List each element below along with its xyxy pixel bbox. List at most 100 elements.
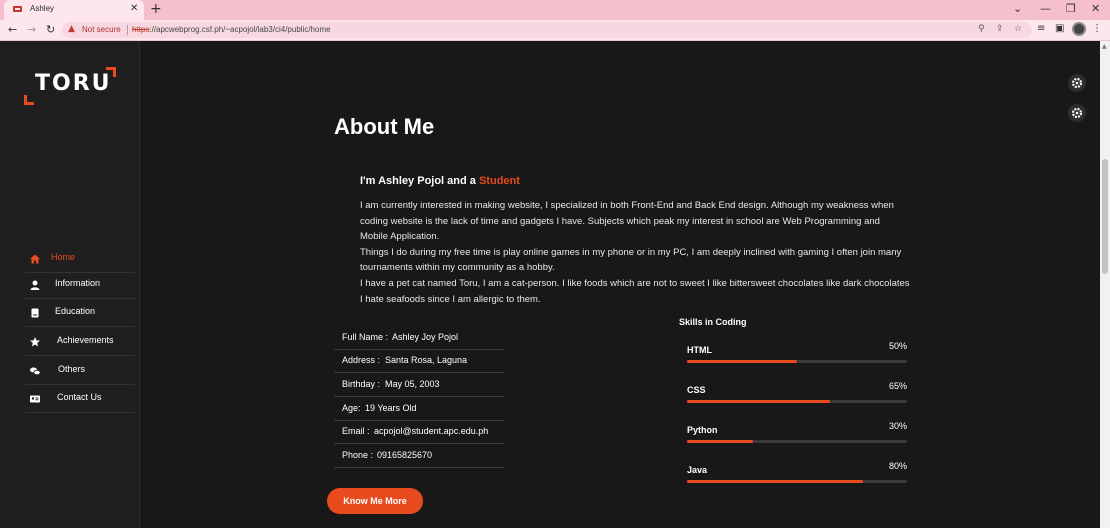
- skill-progress-track: [687, 400, 907, 403]
- skill-html: HTML 50%: [687, 341, 907, 371]
- settings-gear-button[interactable]: [1068, 74, 1086, 92]
- restore-button[interactable]: ❐: [1066, 3, 1076, 15]
- warning-icon: ▲: [68, 24, 75, 34]
- skill-percent: 80%: [888, 461, 907, 471]
- back-button[interactable]: ←: [8, 24, 17, 36]
- skill-percent: 65%: [888, 381, 907, 391]
- info-key: Phone :: [342, 450, 374, 460]
- skill-name: Java: [687, 465, 708, 475]
- info-key: Email :: [342, 426, 370, 436]
- sidebar-item-home[interactable]: Home: [25, 250, 135, 273]
- sidebar-item-label: Achievements: [57, 335, 114, 345]
- skill-name: HTML: [687, 345, 712, 355]
- info-value: 19 Years Old: [365, 403, 417, 413]
- id-card-icon: [30, 395, 40, 403]
- not-secure-label[interactable]: Not secure: [82, 25, 121, 34]
- sidebar-item-achievements[interactable]: Achievements: [25, 333, 135, 356]
- nav-divider: [25, 298, 135, 299]
- url-text[interactable]: https://apcwebprog.csf.ph/~acpojol/lab3/…: [132, 25, 331, 34]
- site-logo[interactable]: TORU: [24, 67, 116, 105]
- info-address: Address : Santa Rosa, Laguna: [334, 350, 504, 373]
- info-value: acpojol@student.apc.edu.ph: [374, 426, 489, 436]
- skill-progress-track: [687, 440, 907, 443]
- favicon-icon: [13, 6, 22, 12]
- info-value: Ashley Joy Pojol: [392, 332, 459, 342]
- skill-python: Python 30%: [687, 421, 907, 451]
- page-scrollbar[interactable]: ▲: [1100, 41, 1110, 528]
- sidebar-item-education[interactable]: Education: [25, 304, 135, 327]
- profile-avatar[interactable]: [1072, 22, 1086, 36]
- bio-paragraph: I have a pet cat named Toru, I am a cat-…: [360, 277, 910, 305]
- sidebar-item-label: Contact Us: [57, 392, 102, 402]
- logo-corner-bottom-left: [24, 95, 34, 105]
- info-key: Birthday :: [342, 379, 381, 389]
- info-key: Address :: [342, 355, 381, 365]
- gear-icon: [1071, 77, 1083, 89]
- menu-kebab-icon[interactable]: ⋮: [1092, 23, 1102, 34]
- bio-paragraph: Things I do during my free time is play …: [360, 246, 902, 274]
- intro-prefix: I'm Ashley Pojol and a: [360, 175, 479, 187]
- book-icon: [31, 308, 39, 318]
- tab-search-icon[interactable]: ⌄: [1013, 3, 1022, 15]
- info-value: 09165825670: [377, 450, 433, 460]
- info-full-name: Full Name : Ashley Joy Pojol: [334, 327, 504, 350]
- star-icon: [30, 337, 40, 347]
- url-protocol: https: [132, 25, 150, 34]
- share-icon[interactable]: ⇪: [996, 24, 1004, 34]
- gear-icon: [1071, 107, 1083, 119]
- skill-percent: 30%: [888, 421, 907, 431]
- sidebar-item-label: Home: [51, 252, 76, 262]
- skill-progress-fill: [687, 360, 797, 363]
- skills-title: Skills in Coding: [679, 317, 747, 327]
- sidebar-item-others[interactable]: Others: [25, 362, 135, 385]
- skill-css: CSS 65%: [687, 381, 907, 411]
- nav-divider: [25, 326, 135, 327]
- nav-divider: [25, 272, 135, 273]
- scroll-up-icon[interactable]: ▲: [1102, 43, 1107, 50]
- close-tab-icon[interactable]: ✕: [130, 3, 138, 15]
- skill-percent: 50%: [888, 341, 907, 351]
- info-age: Age: 19 Years Old: [334, 398, 504, 421]
- new-tab-button[interactable]: +: [150, 1, 162, 17]
- skill-name: CSS: [687, 385, 706, 395]
- info-value: May 05, 2003: [385, 379, 440, 389]
- logo-text: TORU: [35, 71, 112, 96]
- close-window-button[interactable]: ✕: [1091, 3, 1100, 15]
- know-me-more-button[interactable]: Know Me More: [327, 488, 423, 514]
- skill-progress-fill: [687, 400, 830, 403]
- browser-toolbar: ← → ↻ ▲ Not secure https://apcwebprog.cs…: [0, 20, 1110, 41]
- url-path: ://apcwebprog.csf.ph/~acpojol/lab3/ci4/p…: [149, 25, 331, 34]
- sidebar-item-information[interactable]: Information: [25, 276, 135, 299]
- info-email: Email : acpojol@student.apc.edu.ph: [334, 421, 504, 444]
- nav-divider: [25, 355, 135, 356]
- tab-title: Ashley: [30, 4, 55, 13]
- intro-accent: Student: [478, 175, 520, 187]
- browser-tab[interactable]: Ashley ✕: [4, 0, 144, 20]
- info-phone: Phone : 09165825670: [334, 445, 504, 468]
- reading-list-icon[interactable]: ≡: [1037, 23, 1045, 34]
- skill-name: Python: [687, 425, 718, 435]
- skill-java: Java 80%: [687, 461, 907, 491]
- chat-icon: [30, 367, 41, 376]
- scrollbar-thumb[interactable]: [1102, 159, 1108, 274]
- nav-divider: [25, 412, 135, 413]
- settings-gear-button-2[interactable]: [1068, 104, 1086, 122]
- skill-progress-fill: [687, 440, 753, 443]
- sidebar-item-contact-us[interactable]: Contact Us: [25, 390, 135, 413]
- page-title: About Me: [334, 114, 435, 139]
- intro-heading: I'm Ashley Pojol and a Student: [360, 175, 520, 187]
- forward-button[interactable]: →: [27, 24, 36, 36]
- minimize-button[interactable]: —: [1040, 3, 1051, 15]
- reload-button[interactable]: ↻: [46, 24, 55, 36]
- side-panel-icon[interactable]: ▣: [1055, 23, 1064, 34]
- omnibox-divider: [127, 25, 128, 35]
- info-birthday: Birthday : May 05, 2003: [334, 374, 504, 397]
- nav-divider: [25, 384, 135, 385]
- bookmark-star-icon[interactable]: ☆: [1014, 24, 1022, 34]
- info-value: Santa Rosa, Laguna: [385, 355, 468, 365]
- info-key: Full Name :: [342, 332, 389, 342]
- home-icon: [30, 254, 40, 264]
- address-bar[interactable]: ▲ Not secure https://apcwebprog.csf.ph/~…: [62, 22, 1032, 38]
- zoom-icon[interactable]: ⚲: [978, 24, 985, 34]
- skill-progress-track: [687, 360, 907, 363]
